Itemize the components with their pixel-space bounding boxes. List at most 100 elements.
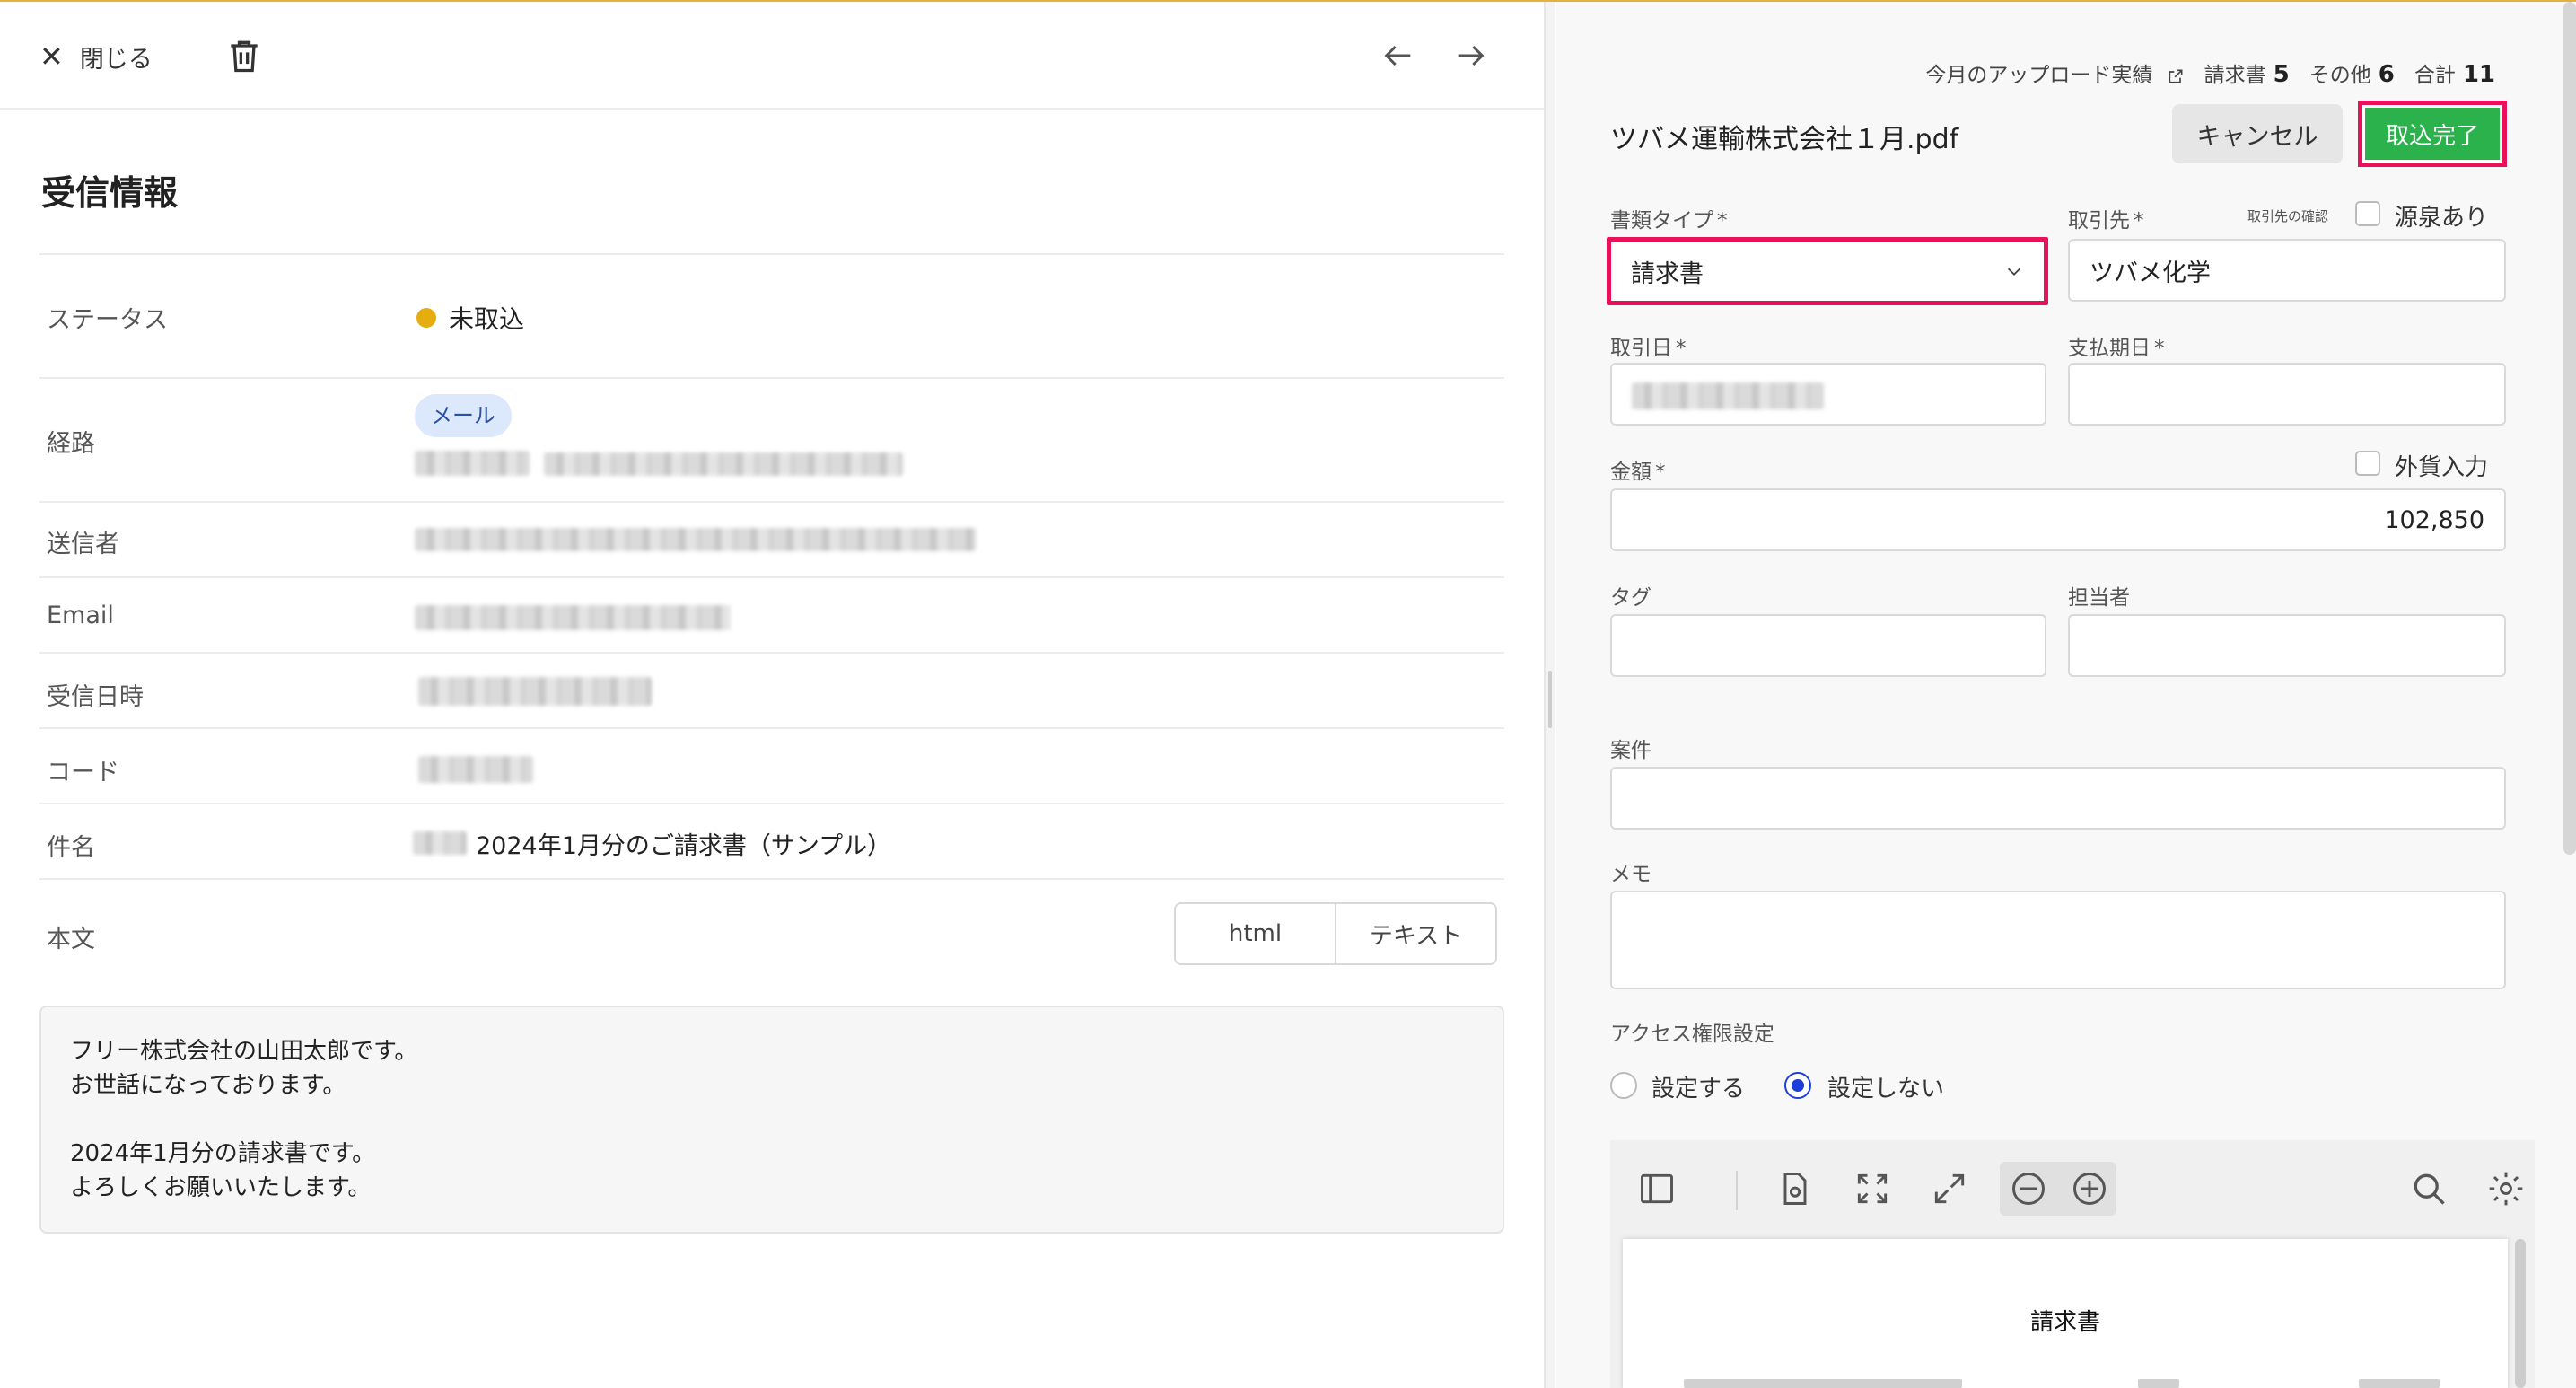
- access-set-label: 設定する: [1652, 1076, 1746, 1102]
- redacted-sender: [415, 528, 977, 551]
- project-field[interactable]: [1610, 767, 2506, 830]
- required-mark: *: [1717, 209, 1728, 233]
- upload-stats-link[interactable]: 今月のアップロード実績: [1925, 57, 2184, 88]
- subject-value: 2024年1月分のご請求書（サンプル）: [476, 832, 892, 860]
- access-unset-radio[interactable]: [1784, 1072, 1811, 1099]
- foreign-currency-checkbox[interactable]: [2355, 451, 2380, 476]
- sidebar-toggle-icon[interactable]: [1637, 1169, 1677, 1208]
- email-label: Email: [47, 602, 114, 629]
- resize-grip: [1548, 671, 1552, 728]
- redacted-subject-prefix: [413, 831, 467, 855]
- pdf-page: 請求書: [1623, 1239, 2508, 1388]
- owner-label: 担当者: [2068, 586, 2130, 610]
- close-button[interactable]: ✕ 閉じる: [39, 34, 153, 79]
- file-name: ツバメ運輸株式会社１月.pdf: [1610, 124, 1959, 155]
- body-view-toggle: html テキスト: [1174, 902, 1497, 965]
- arrow-left-icon[interactable]: [1380, 38, 1416, 74]
- invoice-stat-count: 5: [2273, 61, 2290, 88]
- due-label: 支払期日 *: [2068, 330, 2165, 361]
- project-label: 案件: [1610, 739, 1652, 762]
- divider: [39, 501, 1504, 503]
- pdf-page-title: 請求書: [2029, 1309, 2100, 1336]
- mail-body-line: フリー株式会社の山田太郎です。: [70, 1038, 418, 1065]
- status-dot: [416, 308, 436, 328]
- date-field[interactable]: [1610, 363, 2046, 426]
- access-unset-label: 設定しない: [1827, 1076, 1945, 1102]
- toolbar-separator: [1736, 1171, 1738, 1210]
- partner-label: 取引先 *: [2068, 203, 2144, 233]
- search-icon[interactable]: [2409, 1169, 2449, 1208]
- doc-type-select[interactable]: 請求書: [1607, 237, 2048, 305]
- divider: [39, 253, 1504, 255]
- divider: [39, 727, 1504, 729]
- pdf-scrollbar[interactable]: [2515, 1239, 2526, 1388]
- invoice-stat-label: 請求書: [2204, 64, 2266, 87]
- other-stat-count: 6: [2378, 61, 2395, 88]
- import-done-button[interactable]: 取込完了: [2358, 101, 2507, 167]
- divider: [39, 377, 1504, 379]
- route-badge: メール: [415, 394, 512, 437]
- divider: [39, 878, 1504, 880]
- access-set-radio[interactable]: [1610, 1072, 1637, 1099]
- trash-icon[interactable]: [224, 36, 264, 75]
- zoom-in-icon[interactable]: [2070, 1169, 2109, 1208]
- amount-label-text: 金額: [1610, 461, 1652, 484]
- memo-textarea[interactable]: [1610, 891, 2506, 989]
- withholding-label: 源泉あり: [2395, 205, 2489, 232]
- required-mark: *: [2134, 209, 2144, 233]
- received-label: 受信日時: [47, 683, 144, 711]
- gear-icon[interactable]: [2486, 1169, 2526, 1208]
- withholding-checkbox[interactable]: [2355, 201, 2380, 226]
- zoom-out-icon[interactable]: [2009, 1169, 2048, 1208]
- tag-label: タグ: [1610, 586, 1652, 610]
- redacted-received: [418, 677, 652, 706]
- partner-check-link[interactable]: 取引先の確認: [2247, 206, 2328, 225]
- pane-resize-handle[interactable]: [1544, 2, 1555, 1388]
- sender-label: 送信者: [47, 531, 119, 558]
- fullscreen-icon[interactable]: [1853, 1169, 1892, 1208]
- tag-field[interactable]: [1610, 614, 2046, 677]
- due-date-field[interactable]: [2068, 363, 2506, 426]
- pdf-text-line: [2138, 1379, 2179, 1388]
- upload-stats: 今月のアップロード実績 請求書 5 その他 6 合計 11: [1925, 57, 2495, 88]
- owner-field[interactable]: [2068, 614, 2506, 677]
- cancel-button[interactable]: キャンセル: [2172, 104, 2343, 163]
- tab-html[interactable]: html: [1176, 904, 1335, 963]
- arrow-right-icon[interactable]: [1452, 38, 1488, 74]
- required-mark: *: [2154, 337, 2165, 360]
- partner-field[interactable]: ツバメ化学: [2068, 239, 2506, 302]
- tab-text[interactable]: テキスト: [1335, 904, 1495, 963]
- partner-label-text: 取引先: [2068, 209, 2130, 233]
- redacted-route: [415, 451, 530, 476]
- expand-icon[interactable]: [1930, 1169, 1969, 1208]
- required-mark: *: [1655, 461, 1666, 484]
- total-stat: 合計 11: [2414, 57, 2495, 88]
- mail-body-line: よろしくお願いいたします。: [70, 1174, 372, 1201]
- other-stat: その他 6: [2309, 57, 2395, 88]
- invoice-stat: 請求書 5: [2204, 57, 2290, 88]
- pane-scrollbar[interactable]: [2563, 2, 2576, 855]
- route-label: 経路: [47, 430, 95, 458]
- close-icon: ✕: [39, 40, 64, 74]
- other-stat-label: その他: [2309, 64, 2371, 87]
- status-value: 未取込: [449, 304, 525, 334]
- mail-body-line: [70, 1102, 1474, 1137]
- page-fit-icon[interactable]: [1775, 1169, 1815, 1208]
- close-label: 閉じる: [79, 45, 153, 74]
- access-label: アクセス権限設定: [1610, 1023, 1774, 1046]
- divider: [39, 576, 1504, 578]
- amount-label: 金額 *: [1610, 454, 1666, 485]
- doc-type-value: 請求書: [1631, 259, 1704, 288]
- foreign-currency-label: 外貨入力: [2395, 454, 2489, 481]
- amount-field[interactable]: 102,850: [1610, 488, 2506, 551]
- section-title: 受信情報: [41, 173, 179, 213]
- pdf-text-line: [2359, 1379, 2440, 1388]
- total-stat-label: 合計: [2414, 64, 2456, 87]
- partner-value: ツバメ化学: [2090, 259, 2211, 287]
- redacted-code: [418, 756, 533, 783]
- doc-type-label: 書類タイプ *: [1610, 203, 1728, 233]
- upload-stats-label: 今月のアップロード実績: [1925, 64, 2153, 87]
- total-stat-count: 11: [2462, 61, 2495, 88]
- mail-body-line: お世話になっております。: [70, 1072, 346, 1099]
- divider: [39, 803, 1504, 804]
